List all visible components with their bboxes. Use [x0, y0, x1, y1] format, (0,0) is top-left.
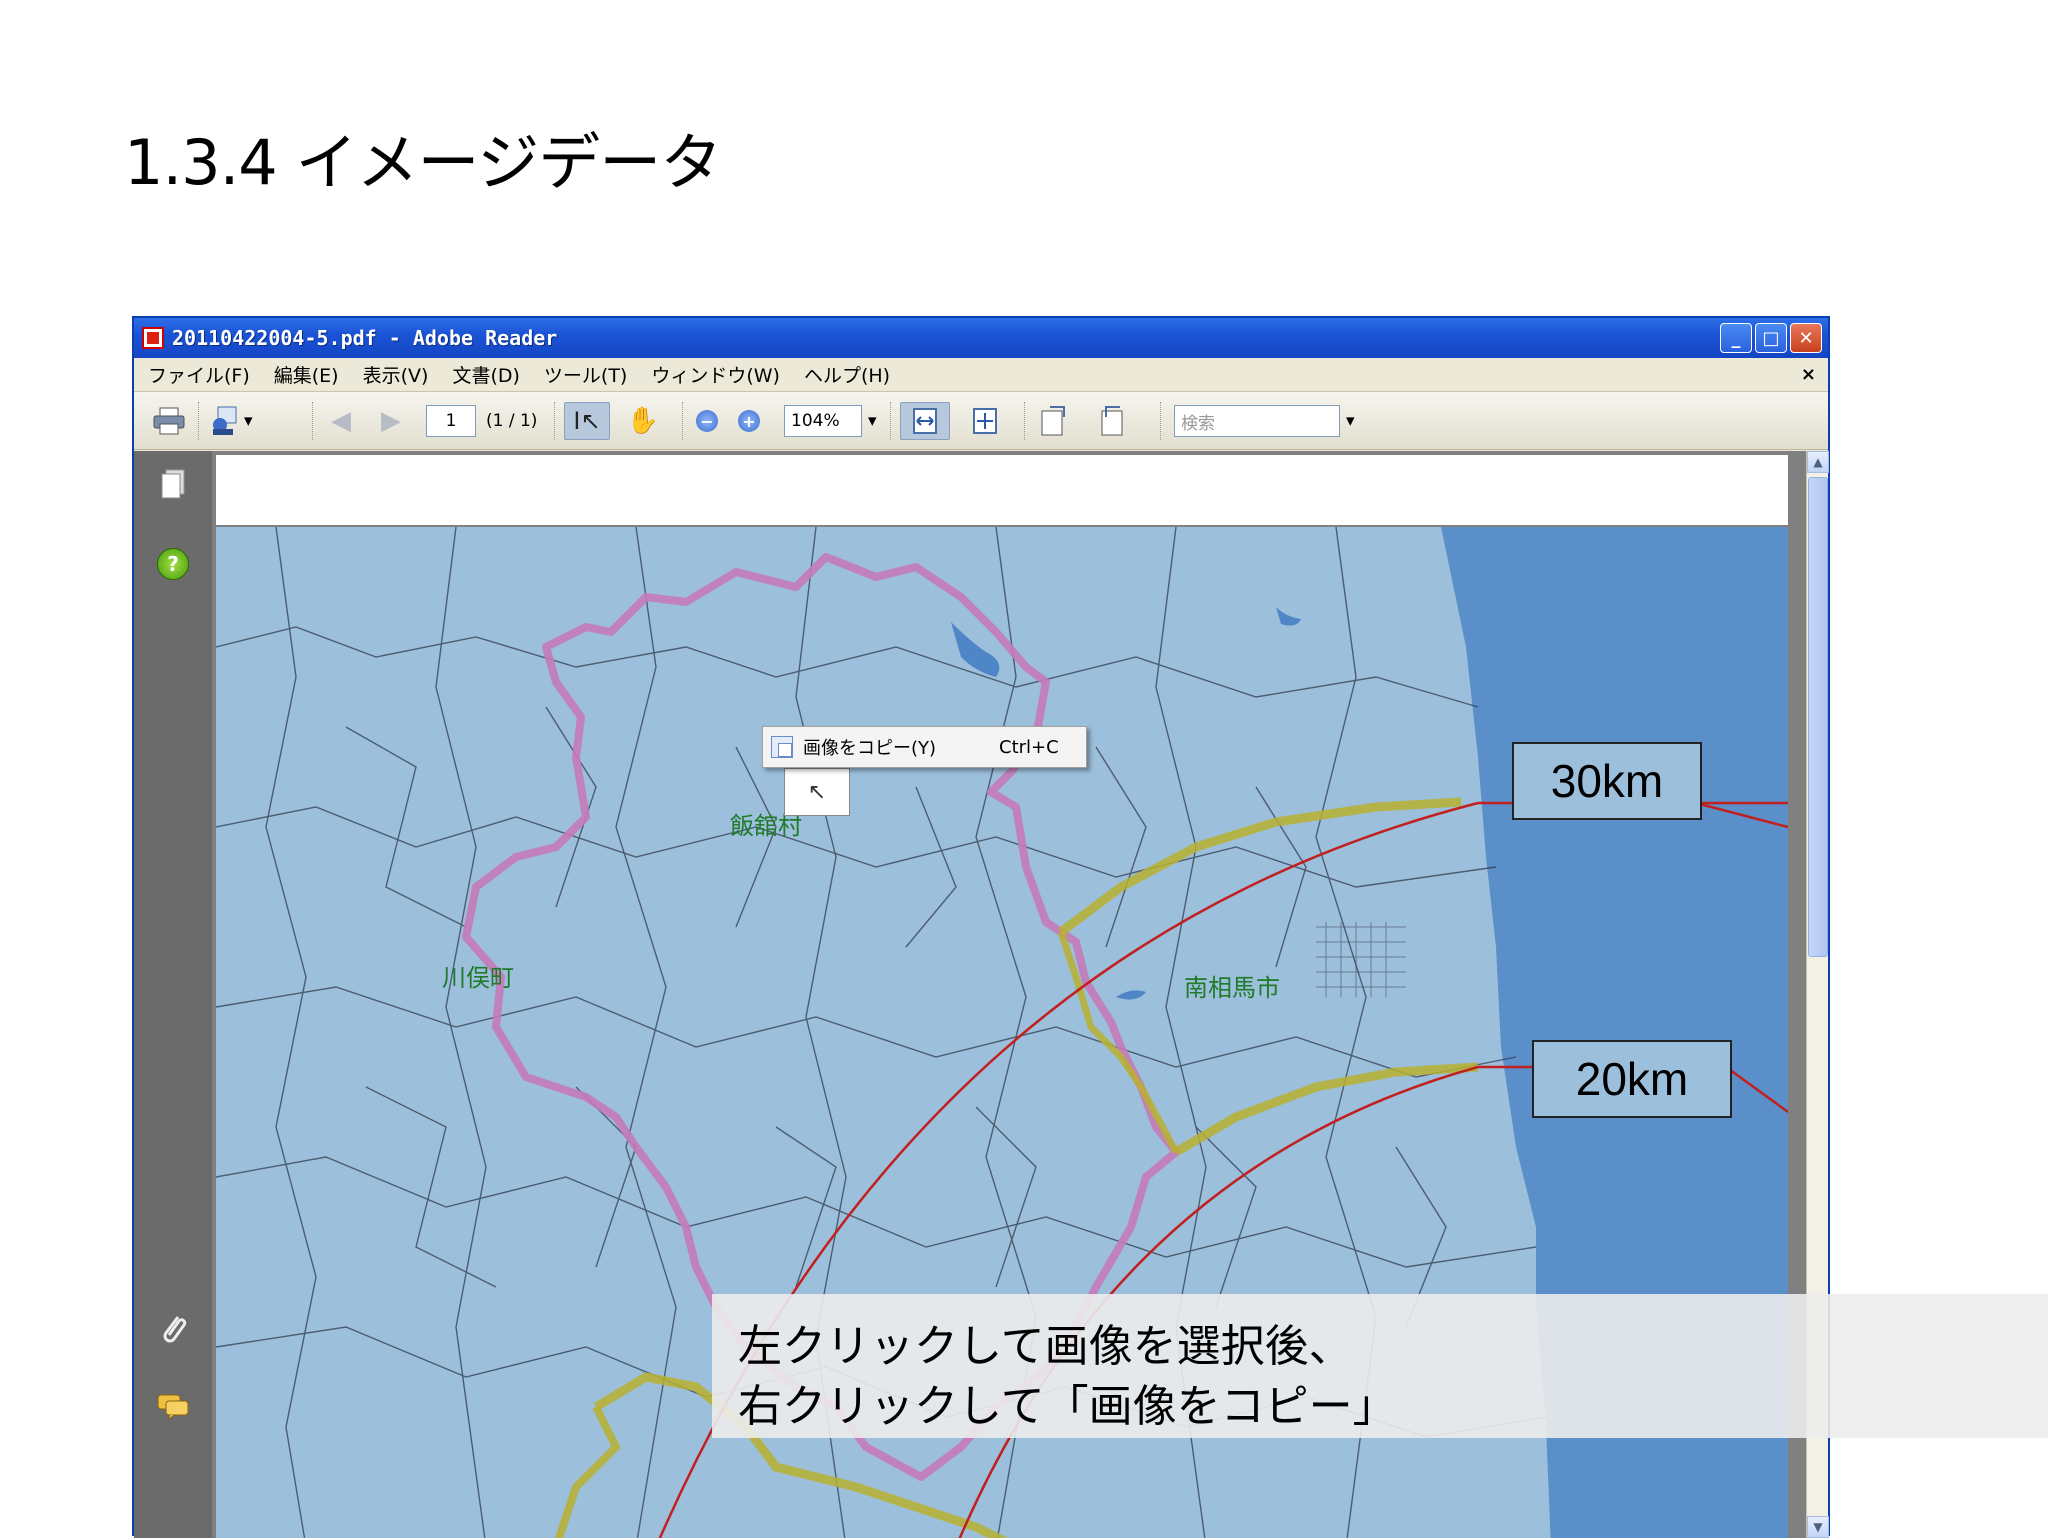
share-icon: [210, 404, 244, 438]
menu-document[interactable]: 文書(D): [452, 361, 519, 388]
comments-icon[interactable]: [154, 1387, 192, 1425]
selected-image[interactable]: ↖: [784, 768, 850, 816]
rotate-left-button[interactable]: [1038, 402, 1072, 440]
printer-icon: [152, 404, 186, 438]
maximize-button[interactable]: □: [1755, 323, 1787, 353]
close-button[interactable]: ✕: [1790, 323, 1822, 353]
chevron-down-icon: ▾: [1346, 411, 1355, 431]
scroll-thumb[interactable]: [1808, 477, 1828, 957]
copy-image-menu-item[interactable]: 画像をコピー(Y): [803, 734, 936, 760]
pdf-icon: [142, 327, 164, 349]
menu-file[interactable]: ファイル(F): [148, 361, 250, 388]
context-menu: 画像をコピー(Y) Ctrl+C: [762, 726, 1087, 768]
zoom-in-button[interactable]: +: [738, 402, 760, 440]
chevron-down-icon: ▾: [244, 411, 253, 431]
zoom-out-button[interactable]: −: [696, 402, 718, 440]
fit-width-icon: [908, 404, 942, 438]
window-title: 20110422004-5.pdf - Adobe Reader: [172, 326, 558, 350]
toolbar-separator: [1024, 402, 1026, 440]
previous-page-button[interactable]: ◀: [324, 402, 358, 440]
toolbar: ▾ ◀ ▶ 1 (1 / 1) I↖ ✋ − + 104% ▾ 検索 ▾: [134, 392, 1828, 450]
document-close-button[interactable]: ×: [1801, 364, 1816, 385]
rotate-icon: [1038, 404, 1072, 438]
page-number-field[interactable]: 1: [426, 402, 476, 440]
menu-edit[interactable]: 編集(E): [274, 361, 339, 388]
toolbar-separator: [890, 402, 892, 440]
map-label: 川俣町: [442, 964, 514, 992]
radius-label-20km: 20km: [1532, 1040, 1732, 1118]
menu-view[interactable]: 表示(V): [363, 361, 429, 388]
window-titlebar[interactable]: 20110422004-5.pdf - Adobe Reader _ □ ✕: [134, 318, 1828, 358]
pdf-page-margin: [216, 455, 1788, 525]
zoom-field[interactable]: 104% ▾: [784, 402, 877, 440]
menu-tools[interactable]: ツール(T): [544, 361, 627, 388]
map-label: 南相馬市: [1184, 974, 1280, 1002]
print-button[interactable]: [152, 402, 186, 440]
caption-line-2: 右クリックして「画像をコピー」: [738, 1381, 1397, 1432]
fit-page-button[interactable]: [960, 402, 1010, 440]
toolbar-separator: [198, 402, 200, 440]
fit-page-icon: [968, 404, 1002, 438]
search-box[interactable]: 検索 ▾: [1174, 402, 1355, 440]
arrow-right-icon: ▶: [381, 406, 401, 436]
menu-window[interactable]: ウィンドウ(W): [651, 361, 780, 388]
minimize-button[interactable]: _: [1720, 323, 1752, 353]
scroll-up-arrow[interactable]: ▲: [1807, 451, 1829, 473]
caption-box: 左クリックして画像を選択後、 右クリックして「画像をコピー」: [712, 1294, 2048, 1438]
search-input[interactable]: 検索: [1174, 405, 1340, 437]
attachment-icon[interactable]: [154, 1309, 192, 1347]
page-count: (1 / 1): [486, 411, 538, 431]
hand-tool-button[interactable]: ✋: [626, 402, 660, 440]
window-controls: _ □ ✕: [1720, 323, 1822, 353]
next-page-button[interactable]: ▶: [374, 402, 408, 440]
select-tool-button[interactable]: I↖: [564, 402, 610, 440]
arrow-left-icon: ◀: [331, 406, 351, 436]
share-button[interactable]: ▾: [210, 402, 253, 440]
rotate-icon: [1098, 404, 1132, 438]
radius-label-30km: 30km: [1512, 742, 1702, 820]
caption-line-1: 左クリックして画像を選択後、: [738, 1321, 1353, 1372]
hand-icon: ✋: [626, 406, 660, 436]
scroll-down-arrow[interactable]: ▼: [1807, 1516, 1829, 1538]
cursor-icon: ↖: [807, 779, 827, 805]
menu-help[interactable]: ヘルプ(H): [804, 361, 890, 388]
toolbar-separator: [312, 402, 314, 440]
menu-bar: ファイル(F) 編集(E) 表示(V) 文書(D) ツール(T) ウィンドウ(W…: [134, 358, 1828, 392]
shortcut-text: Ctrl+C: [999, 736, 1059, 758]
toolbar-separator: [682, 402, 684, 440]
rotate-right-button[interactable]: [1098, 402, 1132, 440]
pages-icon[interactable]: [154, 465, 192, 503]
help-icon[interactable]: ?: [154, 545, 192, 583]
minus-icon: −: [696, 410, 718, 432]
text-select-icon: I↖: [573, 407, 601, 435]
toolbar-separator: [1160, 402, 1162, 440]
navigation-panel: ?: [134, 451, 212, 1538]
toolbar-separator: [554, 402, 556, 440]
fit-width-button[interactable]: [900, 402, 950, 440]
plus-icon: +: [738, 410, 760, 432]
slide-title: 1.3.4 イメージデータ: [124, 126, 722, 199]
chevron-down-icon: ▾: [868, 411, 877, 431]
copy-icon: [771, 736, 793, 758]
